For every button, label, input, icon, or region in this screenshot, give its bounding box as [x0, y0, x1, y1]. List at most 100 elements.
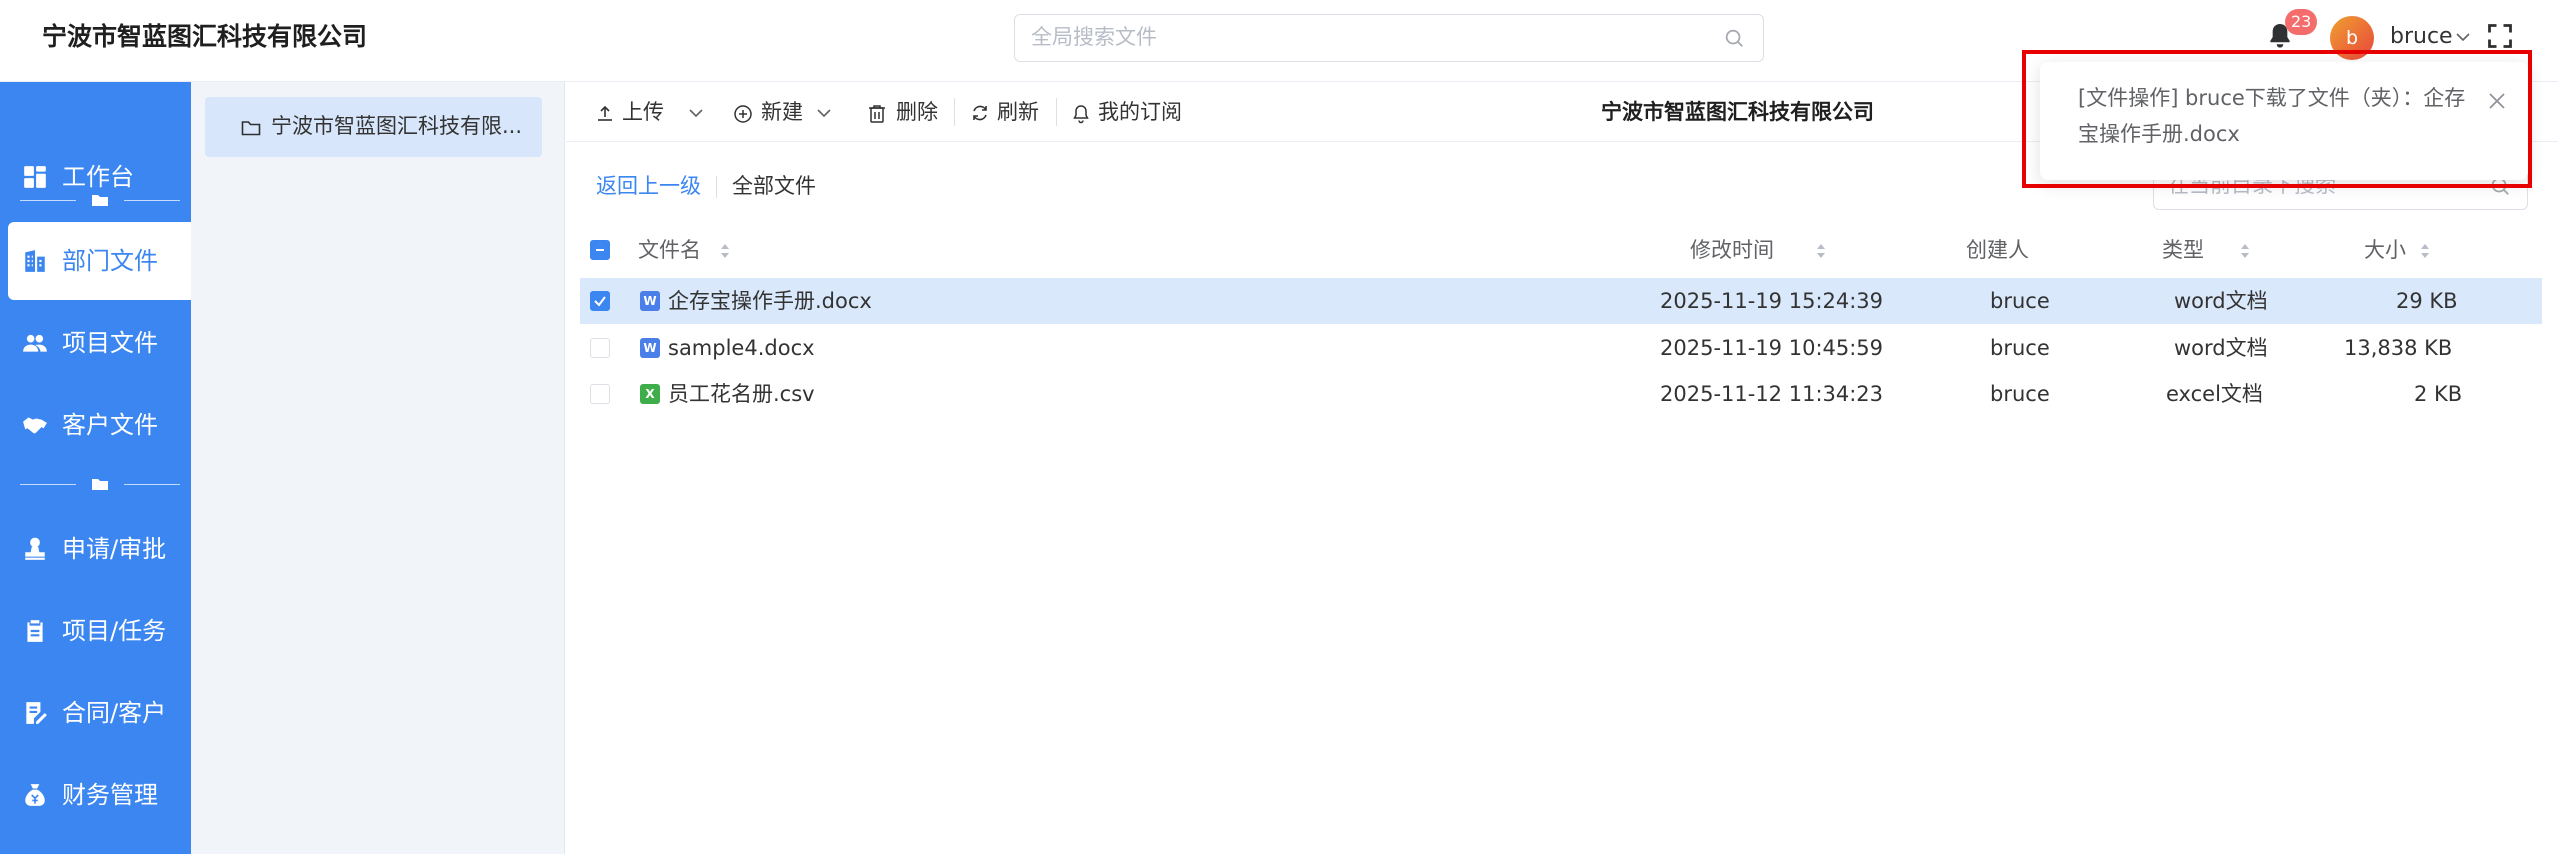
file-creator: bruce	[1990, 289, 2050, 313]
fullscreen-icon[interactable]	[2486, 22, 2514, 50]
check-icon	[594, 296, 606, 307]
subscribe-label: 我的订阅	[1098, 100, 1182, 124]
new-button[interactable]: 新建	[733, 96, 853, 128]
file-modified: 2025-11-12 11:34:23	[1660, 382, 1884, 406]
file-type: word文档	[2174, 289, 2268, 313]
refresh-button[interactable]: 刷新	[971, 96, 1051, 128]
nav-item-customer-files[interactable]: 客户文件	[0, 386, 191, 464]
nav-label: 部门文件	[62, 247, 158, 275]
column-header-creator: 创建人	[1966, 238, 2029, 262]
folder-icon	[241, 121, 261, 136]
word-file-icon: W	[640, 338, 660, 358]
dashboard-icon	[24, 166, 46, 188]
nav-label: 客户文件	[62, 411, 158, 439]
table-row[interactable]: X 员工花名册.csv 2025-11-12 11:34:23 bruce ex…	[580, 371, 2542, 417]
delete-button[interactable]: 删除	[868, 96, 948, 128]
chevron-down-icon[interactable]	[688, 106, 704, 120]
row-checkbox[interactable]	[590, 291, 610, 311]
nav-item-department-files[interactable]: 部门文件	[8, 222, 191, 300]
column-header-name[interactable]: 文件名	[638, 234, 701, 266]
table-row[interactable]: W sample4.docx 2025-11-19 10:45:59 bruce…	[580, 325, 2542, 371]
file-type: excel文档	[2166, 382, 2263, 406]
row-checkbox[interactable]	[590, 338, 610, 358]
building-icon	[25, 250, 45, 272]
notification-badge: 23	[2285, 9, 2318, 35]
file-size: 13,838 KB	[2344, 336, 2453, 360]
nav-label: 项目/任务	[62, 617, 167, 645]
nav-label: 申请/审批	[62, 535, 167, 563]
company-name: 宁波市智蓝图汇科技有限公司	[42, 22, 368, 51]
nav-item-project-files[interactable]: 项目文件	[0, 304, 191, 382]
row-checkbox[interactable]	[590, 384, 610, 404]
column-header-modified[interactable]: 修改时间	[1690, 234, 1774, 266]
delete-label: 删除	[896, 100, 938, 124]
nav-label: 合同/客户	[62, 699, 167, 727]
refresh-label: 刷新	[997, 100, 1039, 124]
table-row[interactable]: W 企存宝操作手册.docx 2025-11-19 15:24:39 bruce…	[580, 278, 2542, 324]
current-folder-title: 宁波市智蓝图汇科技有限公司	[1601, 100, 1874, 124]
main-content: 上传 新建 删除 刷新 我的订阅 宁波市智蓝图汇科技有限公司 返回上一级 全部文…	[566, 82, 2558, 854]
column-header-type[interactable]: 类型	[2162, 234, 2204, 266]
sort-icon[interactable]	[720, 242, 730, 260]
left-nav: 工作台 部门文件 项目文件 客户文件 申请/审批 项目/任务 合同/客户 财务管…	[0, 82, 191, 854]
file-creator: bruce	[1990, 382, 2050, 406]
nav-item-approval[interactable]: 申请/审批	[0, 510, 191, 588]
upload-label: 上传	[622, 100, 664, 124]
nav-item-finance[interactable]: 财务管理	[0, 756, 191, 834]
avatar[interactable]: b	[2330, 16, 2374, 60]
contract-icon	[26, 702, 47, 724]
stamp-icon	[25, 537, 45, 560]
table-header: 文件名 修改时间 创建人 类型 大小	[580, 222, 2542, 278]
username[interactable]: bruce	[2390, 22, 2453, 52]
clipboard-icon	[27, 620, 43, 642]
file-size: 2 KB	[2414, 382, 2463, 406]
minus-icon	[596, 249, 604, 251]
sort-icon[interactable]	[1816, 242, 1826, 260]
subscribe-button[interactable]: 我的订阅	[1072, 96, 1202, 128]
chevron-down-icon[interactable]	[2455, 30, 2471, 44]
trash-icon	[869, 105, 885, 123]
close-icon[interactable]	[2486, 90, 2508, 112]
nav-label: 项目文件	[62, 329, 158, 357]
file-size: 29 KB	[2396, 289, 2458, 313]
upload-icon	[598, 105, 612, 121]
word-file-icon: W	[640, 291, 660, 311]
breadcrumb-separator	[716, 176, 717, 198]
global-search-input[interactable]	[1031, 15, 1711, 59]
upload-button[interactable]: 上传	[596, 96, 706, 128]
users-icon	[23, 334, 47, 352]
divider-line	[124, 200, 180, 201]
file-creator: bruce	[1990, 336, 2050, 360]
search-icon[interactable]	[1723, 27, 1745, 49]
tree-node-root[interactable]: 宁波市智蓝图汇科技有限...	[205, 97, 542, 157]
file-name[interactable]: 企存宝操作手册.docx	[668, 285, 872, 317]
folder-tree: 宁波市智蓝图汇科技有限...	[191, 82, 565, 854]
divider-line	[124, 484, 180, 485]
tree-node-label: 宁波市智蓝图汇科技有限...	[271, 114, 523, 138]
excel-file-icon: X	[640, 384, 660, 404]
sort-icon[interactable]	[2240, 242, 2250, 260]
file-name[interactable]: 员工花名册.csv	[668, 378, 815, 410]
file-modified: 2025-11-19 15:24:39	[1660, 289, 1884, 313]
column-header-size[interactable]: 大小	[2364, 234, 2406, 266]
nav-divider	[20, 474, 180, 494]
plus-circle-icon	[734, 105, 752, 123]
bell-outline-icon	[1073, 105, 1089, 124]
select-all-checkbox[interactable]	[590, 240, 610, 260]
sort-icon[interactable]	[2420, 242, 2430, 260]
all-files-link[interactable]: 全部文件	[732, 170, 816, 202]
folder-icon	[92, 195, 108, 206]
nav-label: 工作台	[62, 163, 134, 191]
nav-label: 财务管理	[62, 781, 158, 809]
money-bag-icon	[25, 784, 45, 806]
nav-item-project-tasks[interactable]: 项目/任务	[0, 592, 191, 670]
divider-line	[20, 484, 76, 485]
nav-divider	[20, 190, 180, 210]
nav-item-contracts[interactable]: 合同/客户	[0, 674, 191, 752]
back-link[interactable]: 返回上一级	[596, 170, 701, 202]
notification-text: [文件操作] bruce下载了文件（夹）：企存宝操作手册.docx	[2078, 86, 2466, 146]
chevron-down-icon[interactable]	[816, 106, 832, 120]
notification-toast: [文件操作] bruce下载了文件（夹）：企存宝操作手册.docx	[2040, 62, 2528, 180]
file-name[interactable]: sample4.docx	[668, 332, 815, 364]
global-search[interactable]	[1014, 14, 1764, 62]
